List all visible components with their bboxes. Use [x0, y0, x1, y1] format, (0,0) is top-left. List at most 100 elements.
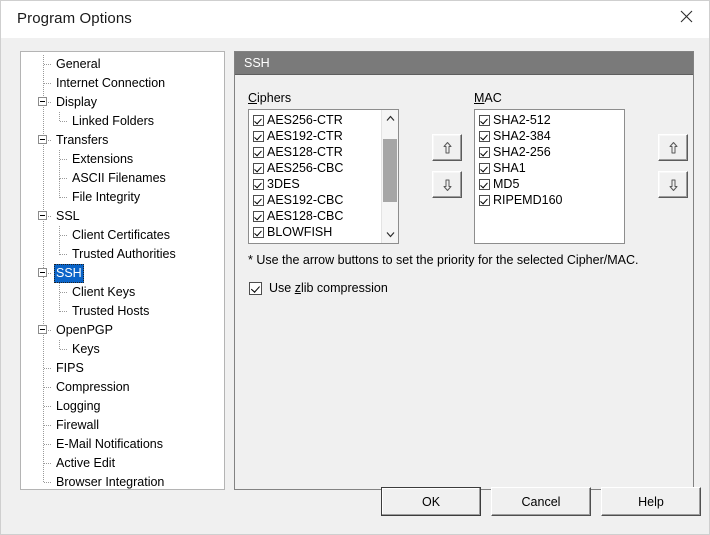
list-item[interactable]: AES128-CTR: [249, 144, 380, 160]
cipher-move-up-button[interactable]: [432, 134, 462, 161]
tree-item-trusted-hosts[interactable]: Trusted Hosts: [70, 302, 151, 321]
help-button[interactable]: Help: [601, 487, 701, 516]
list-item[interactable]: SHA2-384: [475, 128, 624, 144]
list-item[interactable]: AES192-CBC: [249, 192, 380, 208]
checkbox-box[interactable]: [479, 179, 490, 190]
checkbox-box[interactable]: [253, 179, 264, 190]
mac-listbox[interactable]: SHA2-512SHA2-384SHA2-256SHA1MD5RIPEMD160: [474, 109, 625, 244]
arrow-up-icon: [441, 141, 454, 155]
tree-connector: [44, 83, 52, 84]
list-item[interactable]: AES128-CBC: [249, 208, 380, 224]
list-item[interactable]: SHA1: [475, 160, 624, 176]
tree-connector: [59, 150, 60, 160]
list-item-label: AES128-CBC: [267, 208, 343, 224]
list-item[interactable]: AES192-CTR: [249, 128, 380, 144]
close-glyph: [680, 10, 693, 23]
list-item[interactable]: AES256-CBC: [249, 160, 380, 176]
cancel-button[interactable]: Cancel: [491, 487, 591, 516]
scrollbar-thumb[interactable]: [383, 139, 397, 202]
list-item[interactable]: MD5: [475, 176, 624, 192]
chevron-up-icon[interactable]: [382, 110, 398, 127]
tree-item-general[interactable]: General: [54, 55, 102, 74]
tree-expander-transfers[interactable]: [38, 135, 47, 144]
list-item[interactable]: 3DES: [249, 176, 380, 192]
tree-connector: [60, 235, 68, 236]
checkbox-box[interactable]: [479, 195, 490, 206]
list-item[interactable]: SHA2-512: [475, 112, 624, 128]
chevron-down-icon[interactable]: [382, 226, 398, 243]
dialog-content: GeneralInternet ConnectionDisplayLinked …: [1, 38, 709, 534]
use-zlib-compression-label: Use zlib compression: [269, 281, 388, 295]
tree-expander-ssh[interactable]: [38, 268, 47, 277]
ciphers-listbox[interactable]: AES256-CTRAES192-CTRAES128-CTRAES256-CBC…: [248, 109, 399, 244]
mac-accel: M: [474, 91, 484, 105]
tree-expander-ssl[interactable]: [38, 211, 47, 220]
mac-label: MAC: [474, 91, 502, 105]
use-zlib-compression-checkbox[interactable]: Use zlib compression: [249, 281, 388, 295]
tree-item-ssl[interactable]: SSL: [54, 207, 82, 226]
list-item-label: RIPEMD160: [493, 192, 562, 208]
checkbox-box[interactable]: [253, 163, 264, 174]
list-item[interactable]: RIPEMD160: [475, 192, 624, 208]
tree-item-extensions[interactable]: Extensions: [70, 150, 135, 169]
checkbox-box[interactable]: [479, 115, 490, 126]
list-item[interactable]: BLOWFISH: [249, 224, 380, 240]
tree-item-transfers[interactable]: Transfers: [54, 131, 110, 150]
tree-item-openpgp[interactable]: OpenPGP: [54, 321, 115, 340]
list-item-label: SHA2-256: [493, 144, 551, 160]
tree-item-compression[interactable]: Compression: [54, 378, 132, 397]
tree-item-client-certificates[interactable]: Client Certificates: [70, 226, 172, 245]
list-item[interactable]: SHA2-256: [475, 144, 624, 160]
tree-item-internet-connection[interactable]: Internet Connection: [54, 74, 167, 93]
tree-item-active-edit[interactable]: Active Edit: [54, 454, 117, 473]
checkbox-box[interactable]: [253, 131, 264, 142]
tree-item-browser-integration[interactable]: Browser Integration: [54, 473, 166, 490]
tree-item-firewall[interactable]: Firewall: [54, 416, 101, 435]
mac-move-up-button[interactable]: [658, 134, 688, 161]
ok-button[interactable]: OK: [381, 487, 481, 516]
cipher-move-down-button[interactable]: [432, 171, 462, 198]
priority-note: * Use the arrow buttons to set the prior…: [248, 253, 638, 267]
tree-expander-openpgp[interactable]: [38, 325, 47, 334]
list-item[interactable]: AES256-CTR: [249, 112, 380, 128]
checkbox-box[interactable]: [253, 115, 264, 126]
close-icon[interactable]: [663, 1, 709, 32]
tree-item-logging[interactable]: Logging: [54, 397, 103, 416]
page-title: SSH: [235, 52, 693, 75]
tree-item-ascii-filenames[interactable]: ASCII Filenames: [70, 169, 168, 188]
checkbox-box[interactable]: [253, 211, 264, 222]
tree-connector: [59, 226, 60, 236]
ciphers-items: AES256-CTRAES192-CTRAES128-CTRAES256-CBC…: [249, 112, 380, 240]
mac-label-rest: AC: [484, 91, 501, 105]
tree-item-linked-folders[interactable]: Linked Folders: [70, 112, 156, 131]
arrow-down-icon: [667, 178, 680, 192]
checkbox-box[interactable]: [479, 131, 490, 142]
tree-connector: [60, 159, 68, 160]
tree-connector: [60, 254, 68, 255]
checkbox-box[interactable]: [253, 195, 264, 206]
settings-tree[interactable]: GeneralInternet ConnectionDisplayLinked …: [20, 51, 225, 490]
checkbox-box[interactable]: [479, 163, 490, 174]
tree-item-file-integrity[interactable]: File Integrity: [70, 188, 142, 207]
tree-item-fips[interactable]: FIPS: [54, 359, 86, 378]
tree-connector: [59, 112, 60, 122]
ciphers-label: Ciphers: [248, 91, 291, 105]
checkbox-box[interactable]: [479, 147, 490, 158]
ciphers-accel: C: [248, 91, 257, 105]
list-item-label: AES192-CTR: [267, 128, 343, 144]
checkbox-box[interactable]: [253, 227, 264, 238]
tree-connector: [44, 425, 52, 426]
tree-item-display[interactable]: Display: [54, 93, 99, 112]
tree-item-ssh[interactable]: SSH: [54, 264, 84, 283]
checkbox-box[interactable]: [253, 147, 264, 158]
mac-move-down-button[interactable]: [658, 171, 688, 198]
list-item-label: AES192-CBC: [267, 192, 343, 208]
ciphers-scrollbar[interactable]: [381, 110, 398, 243]
tree-item-client-keys[interactable]: Client Keys: [70, 283, 137, 302]
tree-expander-display[interactable]: [38, 97, 47, 106]
tree-item-trusted-authorities[interactable]: Trusted Authorities: [70, 245, 178, 264]
tree-item-keys[interactable]: Keys: [70, 340, 102, 359]
tree-item-e-mail-notifications[interactable]: E-Mail Notifications: [54, 435, 165, 454]
settings-page-panel: SSH Ciphers AES256-CTRAES192-CTRAES128-C…: [234, 51, 694, 490]
tree-connector: [59, 179, 60, 198]
